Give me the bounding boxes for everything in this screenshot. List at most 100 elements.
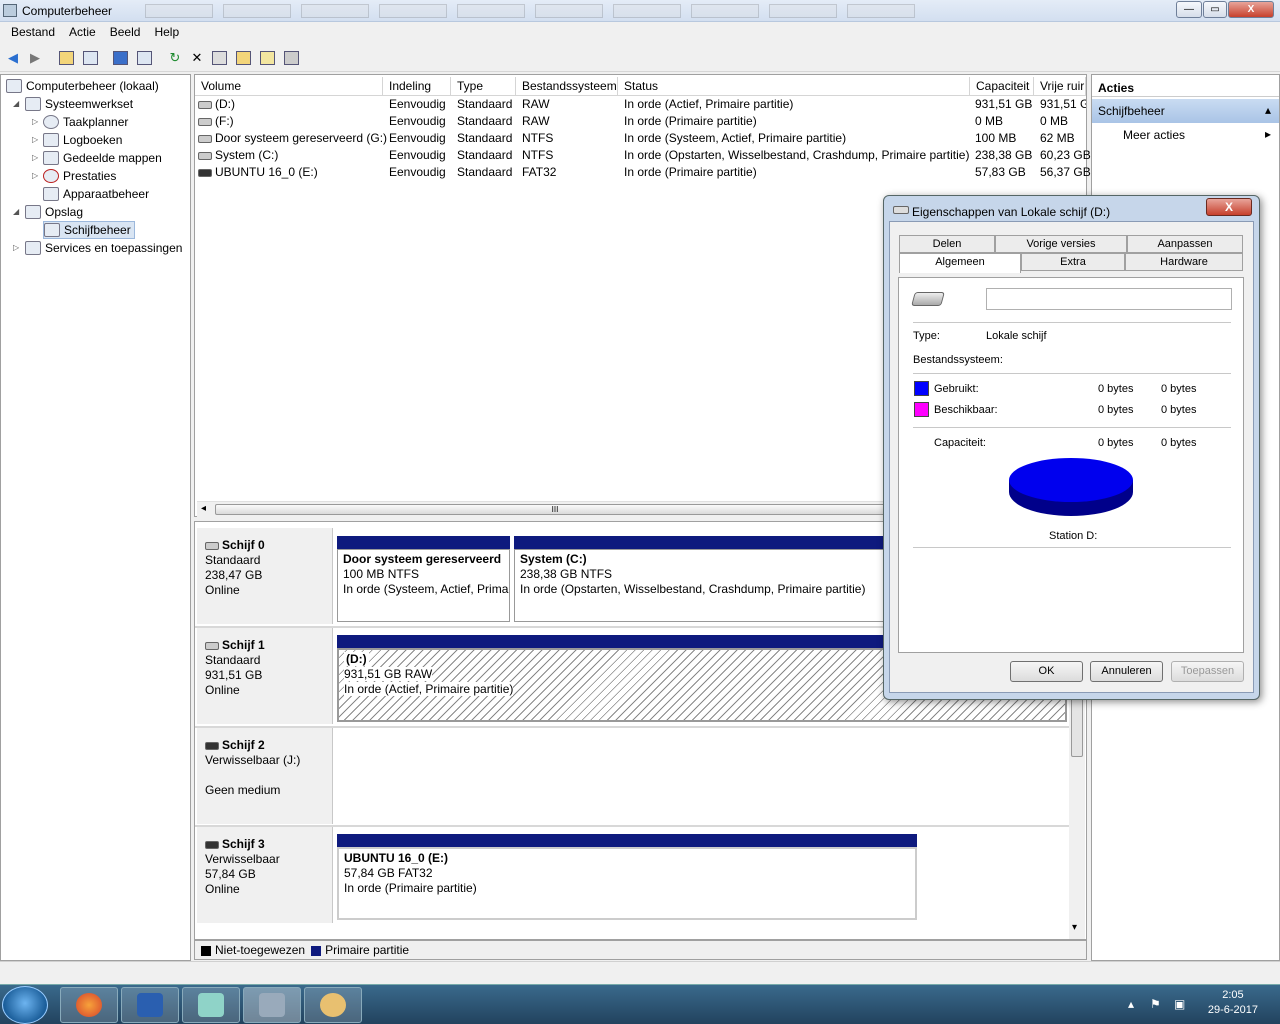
column-header-indeling[interactable]: Indeling xyxy=(383,77,451,96)
removable-disk-icon xyxy=(205,840,219,849)
disk-1-label[interactable]: Schijf 1 Standaard 931,51 GB Online xyxy=(197,628,333,724)
computer-management-icon xyxy=(259,993,285,1017)
column-header-bestandssysteem[interactable]: Bestandssysteem xyxy=(516,77,618,96)
start-button[interactable] xyxy=(2,986,48,1024)
tree-item-apparaatbeheer[interactable]: Apparaatbeheer xyxy=(43,185,149,203)
collapse-arrow-icon[interactable]: ◢ xyxy=(13,99,19,108)
delete-icon[interactable]: ✕ xyxy=(187,48,207,68)
computer-icon xyxy=(6,79,22,93)
expand-arrow-icon[interactable]: ▷ xyxy=(32,117,38,126)
clock[interactable]: 2:05 29-6-2017 xyxy=(1208,988,1258,1018)
show-hide-actions-icon[interactable] xyxy=(134,48,154,68)
tree-item-services[interactable]: Services en toepassingen xyxy=(25,239,182,257)
collapse-icon[interactable]: ▴ xyxy=(1265,103,1271,117)
disk-0-label[interactable]: Schijf 0 Standaard 238,47 GB Online xyxy=(197,528,333,624)
tab-vorige-versies[interactable]: Vorige versies xyxy=(995,235,1127,253)
action-center-flag-icon[interactable]: ⚑ xyxy=(1150,997,1161,1011)
tab-aanpassen[interactable]: Aanpassen xyxy=(1127,235,1243,253)
cancel-button[interactable]: Annuleren xyxy=(1090,661,1163,682)
expand-arrow-icon[interactable]: ▷ xyxy=(32,153,38,162)
disk-settings-icon[interactable] xyxy=(281,48,301,68)
tree-item-logboeken[interactable]: Logboeken xyxy=(43,131,122,149)
maximize-button[interactable]: ▭ xyxy=(1203,1,1227,18)
column-header-volume[interactable]: Volume xyxy=(195,77,383,96)
filesystem-label: Bestandssysteem: xyxy=(913,354,1003,366)
menu-actie[interactable]: Actie xyxy=(62,22,103,43)
expand-arrow-icon[interactable]: ▷ xyxy=(13,243,19,252)
up-folder-icon[interactable] xyxy=(56,48,76,68)
back-arrow-icon[interactable]: ◀ xyxy=(3,48,23,68)
type-value: Lokale schijf xyxy=(986,330,1047,342)
show-hide-tree-icon[interactable] xyxy=(80,48,100,68)
unallocated-swatch xyxy=(201,945,211,956)
tree-item-schijfbeheer[interactable]: Schijfbeheer xyxy=(43,221,135,239)
help-icon[interactable] xyxy=(110,48,130,68)
close-button[interactable]: X xyxy=(1228,1,1274,18)
tab-delen[interactable]: Delen xyxy=(899,235,995,253)
menu-help[interactable]: Help xyxy=(147,22,186,43)
tab-algemeen[interactable]: Algemeen xyxy=(899,253,1021,273)
column-header-status[interactable]: Status xyxy=(618,77,970,96)
tab-hardware[interactable]: Hardware xyxy=(1125,253,1243,271)
table-row[interactable]: UBUNTU 16_0 (E:) Eenvoudig Standaard FAT32… xyxy=(195,164,1091,181)
partition-bar xyxy=(337,834,917,847)
table-row[interactable]: (F:) Eenvoudig Standaard RAW In orde (Prima… xyxy=(195,113,1088,130)
disk-icon xyxy=(205,641,219,650)
taskbar-notes[interactable] xyxy=(182,987,240,1023)
drive-icon xyxy=(893,206,909,214)
primary-swatch xyxy=(311,945,322,956)
scrollbar-thumb[interactable]: III xyxy=(215,504,895,515)
column-header-capaciteit[interactable]: Capaciteit xyxy=(970,77,1034,96)
tree-item-prestaties[interactable]: Prestaties xyxy=(43,167,116,185)
more-actions[interactable]: Meer acties ▸ xyxy=(1092,123,1279,145)
partition-system-reserved[interactable]: Door systeem gereserveerd 100 MB NTFS In o… xyxy=(337,549,510,622)
disk-2-label[interactable]: Schijf 2 Verwisselbaar (J:) Geen medium xyxy=(197,728,333,824)
dialog-close-button[interactable]: X xyxy=(1206,198,1252,216)
tab-extra[interactable]: Extra xyxy=(1021,253,1125,271)
menu-beeld[interactable]: Beeld xyxy=(103,22,148,43)
tree-item-taakplanner[interactable]: Taakplanner xyxy=(43,113,128,131)
divider xyxy=(913,373,1231,374)
disk-usage-pie xyxy=(1009,458,1133,516)
disk-3-label[interactable]: Schijf 3 Verwisselbaar 57,84 GB Online xyxy=(197,827,333,923)
drive-name-input[interactable] xyxy=(986,288,1232,310)
search-icon[interactable] xyxy=(257,48,277,68)
taskbar-paint[interactable] xyxy=(304,987,362,1023)
ok-button[interactable]: OK xyxy=(1010,661,1083,682)
table-row[interactable]: (D:) Eenvoudig Standaard RAW In orde (Actie… xyxy=(195,96,1088,113)
legend-primary: Primaire partitie xyxy=(311,943,409,957)
table-row[interactable]: Door systeem gereserveerd (G:) Eenvoudig… xyxy=(195,130,1088,147)
apply-button[interactable]: Toepassen xyxy=(1171,661,1244,682)
partition-ubuntu-e[interactable]: UBUNTU 16_0 (E:) 57,84 GB FAT32 In orde (P… xyxy=(337,847,917,920)
dialog-body: Delen Vorige versies Aanpassen Extra Har… xyxy=(889,221,1254,693)
menu-bestand[interactable]: Bestand xyxy=(4,22,62,43)
taskbar-word[interactable] xyxy=(121,987,179,1023)
taskbar-firefox[interactable] xyxy=(60,987,118,1023)
firefox-icon xyxy=(76,993,102,1017)
properties-icon[interactable] xyxy=(209,48,229,68)
tree-item-systeemwerkset[interactable]: Systeemwerkset xyxy=(25,95,133,113)
scroll-down-icon[interactable]: ▾ xyxy=(1072,922,1077,933)
tree-item-root[interactable]: Computerbeheer (lokaal) xyxy=(6,77,159,95)
expand-arrow-icon[interactable]: ▷ xyxy=(32,171,38,180)
station-label: Station D: xyxy=(1049,530,1098,542)
actions-schijfbeheer[interactable]: Schijfbeheer ▴ xyxy=(1092,99,1279,123)
table-row[interactable]: System (C:) Eenvoudig Standaard NTFS In ord… xyxy=(195,147,1091,164)
refresh-icon[interactable]: ↻ xyxy=(165,48,185,68)
column-header-type[interactable]: Type xyxy=(451,77,516,96)
expand-arrow-icon[interactable]: ▷ xyxy=(32,135,38,144)
collapse-arrow-icon[interactable]: ◢ xyxy=(13,207,19,216)
show-hidden-icons[interactable]: ▴ xyxy=(1128,997,1134,1011)
network-icon[interactable]: ▣ xyxy=(1174,997,1185,1011)
open-folder-icon[interactable] xyxy=(233,48,253,68)
minimize-button[interactable]: — xyxy=(1176,1,1202,18)
forward-arrow-icon[interactable]: ▶ xyxy=(25,48,45,68)
tab-page-algemeen: Type: Lokale schijf Bestandssysteem: Geb… xyxy=(898,277,1244,653)
column-header-vrije-ruimte[interactable]: Vrije ruir xyxy=(1034,77,1086,96)
taskbar-computerbeheer[interactable] xyxy=(243,987,301,1023)
tree-item-opslag[interactable]: Opslag xyxy=(25,203,83,221)
hard-drive-icon xyxy=(911,292,945,306)
window-titlebar: Computerbeheer — ▭ X xyxy=(0,0,1280,22)
tree-item-gedeelde-mappen[interactable]: Gedeelde mappen xyxy=(43,149,162,167)
scroll-left-icon[interactable]: ◂ xyxy=(201,503,206,514)
